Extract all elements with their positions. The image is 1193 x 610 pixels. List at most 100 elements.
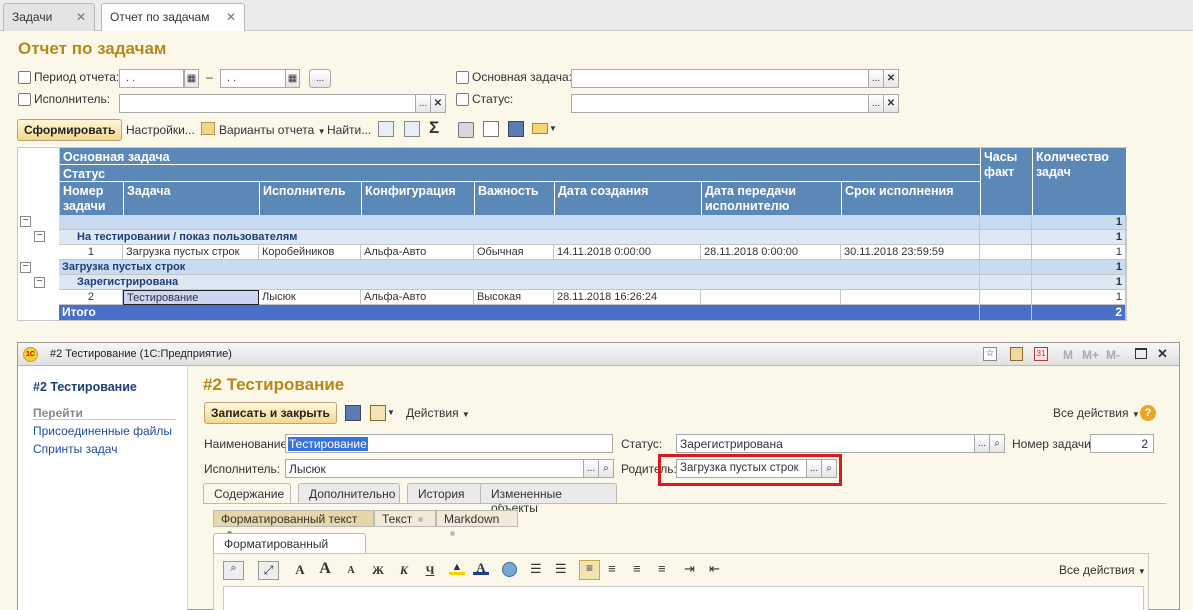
italic-icon[interactable]: К: [395, 563, 413, 578]
tab-history[interactable]: История: [407, 483, 491, 503]
editor-all-actions-button[interactable]: Все действия ▼: [1059, 563, 1146, 577]
find-button[interactable]: Найти...: [327, 123, 371, 137]
name-field[interactable]: Тестирование: [285, 434, 613, 453]
search-icon[interactable]: ⌕: [989, 434, 1005, 453]
font-icon[interactable]: A: [291, 562, 309, 578]
dropdown-arrow-icon[interactable]: ▼: [549, 124, 557, 133]
copy-icon[interactable]: [378, 121, 394, 137]
settings-button[interactable]: Настройки...: [126, 123, 195, 137]
collapse-icon[interactable]: −: [34, 231, 45, 242]
sum-icon[interactable]: Σ: [429, 118, 439, 138]
group-row-status[interactable]: Зарегистрирована: [59, 275, 980, 290]
main-task-checkbox[interactable]: [456, 71, 469, 84]
mail-icon[interactable]: [532, 123, 548, 134]
segment-text[interactable]: Текст: [374, 510, 436, 527]
align-center-icon[interactable]: ≡: [608, 561, 616, 576]
link-icon[interactable]: [502, 562, 517, 577]
sidebar-title[interactable]: #2 Тестирование: [33, 380, 137, 394]
num-field[interactable]: 2: [1090, 434, 1154, 453]
memory-minus-button[interactable]: M-: [1106, 348, 1120, 362]
indent-icon[interactable]: ⇥: [684, 561, 695, 577]
parent-field[interactable]: Загрузка пустых строк: [676, 459, 807, 478]
period-from-field[interactable]: . .: [119, 69, 184, 88]
maximize-icon[interactable]: [1135, 348, 1147, 359]
underline-icon[interactable]: Ч: [421, 563, 439, 578]
search-icon[interactable]: ⌕: [821, 459, 837, 478]
text-color-icon[interactable]: A: [473, 560, 489, 575]
editor-text-area[interactable]: [223, 586, 1144, 610]
tab-report[interactable]: Отчет по задачам ✕: [101, 3, 245, 32]
group-row-main[interactable]: Загрузка пустых строк: [59, 260, 980, 275]
outdent-icon[interactable]: ⇤: [709, 561, 720, 577]
period-checkbox[interactable]: [18, 71, 31, 84]
save-icon[interactable]: [508, 121, 524, 137]
align-right-icon[interactable]: ≡: [633, 561, 641, 576]
collapse-icon[interactable]: −: [20, 216, 31, 227]
help-icon[interactable]: ?: [1140, 405, 1156, 421]
preview-icon[interactable]: [483, 121, 499, 137]
cell-num[interactable]: 1: [59, 245, 123, 260]
sidebar-link-sprints[interactable]: Спринты задач: [33, 442, 117, 456]
cell-task[interactable]: Загрузка пустых строк: [123, 245, 259, 260]
paste-icon[interactable]: [404, 121, 420, 137]
tab-additional[interactable]: Дополнительно: [298, 483, 400, 503]
save-icon[interactable]: [345, 405, 361, 421]
executor-field[interactable]: Лысюк: [285, 459, 584, 478]
main-task-select-button[interactable]: ...: [868, 69, 884, 88]
executor-field[interactable]: [119, 94, 416, 113]
cell-deadline[interactable]: [841, 290, 980, 305]
status-checkbox[interactable]: [456, 93, 469, 106]
segment-formatted[interactable]: Форматированный текст: [213, 510, 374, 537]
align-justify-icon[interactable]: ≡: [658, 561, 666, 576]
cell-config[interactable]: Альфа-Авто: [361, 245, 474, 260]
collapse-icon[interactable]: −: [20, 262, 31, 273]
memory-plus-button[interactable]: M+: [1082, 348, 1099, 362]
bullet-list-icon[interactable]: ☰: [530, 561, 542, 577]
fullscreen-icon[interactable]: ⤢: [258, 561, 279, 580]
all-actions-button[interactable]: Все действия ▼: [1053, 406, 1140, 420]
find-icon[interactable]: ⌕: [223, 561, 244, 580]
cell-executor[interactable]: Лысюк: [259, 290, 361, 305]
period-to-field[interactable]: . .: [220, 69, 286, 88]
status-select-button[interactable]: ...: [974, 434, 990, 453]
group-row-status[interactable]: На тестировании / показ пользователям: [59, 230, 980, 245]
executor-checkbox[interactable]: [18, 93, 31, 106]
calendar-icon[interactable]: ▦: [184, 69, 199, 88]
clear-icon[interactable]: ✕: [883, 69, 899, 88]
cell-hours[interactable]: [980, 290, 1032, 305]
cell-transfer[interactable]: 28.11.2018 0:00:00: [701, 245, 841, 260]
status-field[interactable]: Зарегистрирована: [676, 434, 975, 453]
sidebar-link-files[interactable]: Присоединенные файлы: [33, 424, 172, 438]
search-icon[interactable]: ⌕: [598, 459, 614, 478]
cell-created[interactable]: 28.11.2018 16:26:24: [554, 290, 701, 305]
period-select-button[interactable]: ...: [309, 69, 331, 88]
cell-hours[interactable]: [980, 245, 1032, 260]
cell-count[interactable]: 1: [1032, 245, 1126, 260]
numbered-list-icon[interactable]: ☰: [555, 561, 567, 577]
tab-formatted-text[interactable]: Форматированный текст: [213, 533, 366, 565]
tab-content[interactable]: Содержание: [203, 483, 291, 503]
cell-transfer[interactable]: [701, 290, 841, 305]
font-decrease-icon[interactable]: A: [342, 565, 360, 576]
close-icon[interactable]: ✕: [76, 10, 86, 24]
align-left-icon[interactable]: ≡: [579, 560, 600, 580]
status-select-button[interactable]: ...: [868, 94, 884, 113]
cell-importance[interactable]: Обычная: [474, 245, 554, 260]
main-task-field[interactable]: [571, 69, 869, 88]
clear-icon[interactable]: ✕: [883, 94, 899, 113]
calendar-icon[interactable]: ▦: [285, 69, 300, 88]
print-icon[interactable]: [458, 122, 474, 138]
cell-count[interactable]: 1: [1032, 290, 1126, 305]
executor-select-button[interactable]: ...: [415, 94, 431, 113]
actions-button[interactable]: Действия ▼: [406, 406, 470, 420]
close-icon[interactable]: ✕: [1157, 346, 1168, 362]
segment-markdown[interactable]: Markdown: [436, 510, 518, 537]
executor-select-button[interactable]: ...: [583, 459, 599, 478]
cell-deadline[interactable]: 30.11.2018 23:59:59: [841, 245, 980, 260]
cell-executor[interactable]: Коробейников: [259, 245, 361, 260]
status-field[interactable]: [571, 94, 869, 113]
cell-config[interactable]: Альфа-Авто: [361, 290, 474, 305]
group-row-main[interactable]: [59, 215, 980, 230]
cell-num[interactable]: 2: [59, 290, 123, 305]
clear-icon[interactable]: ✕: [430, 94, 446, 113]
